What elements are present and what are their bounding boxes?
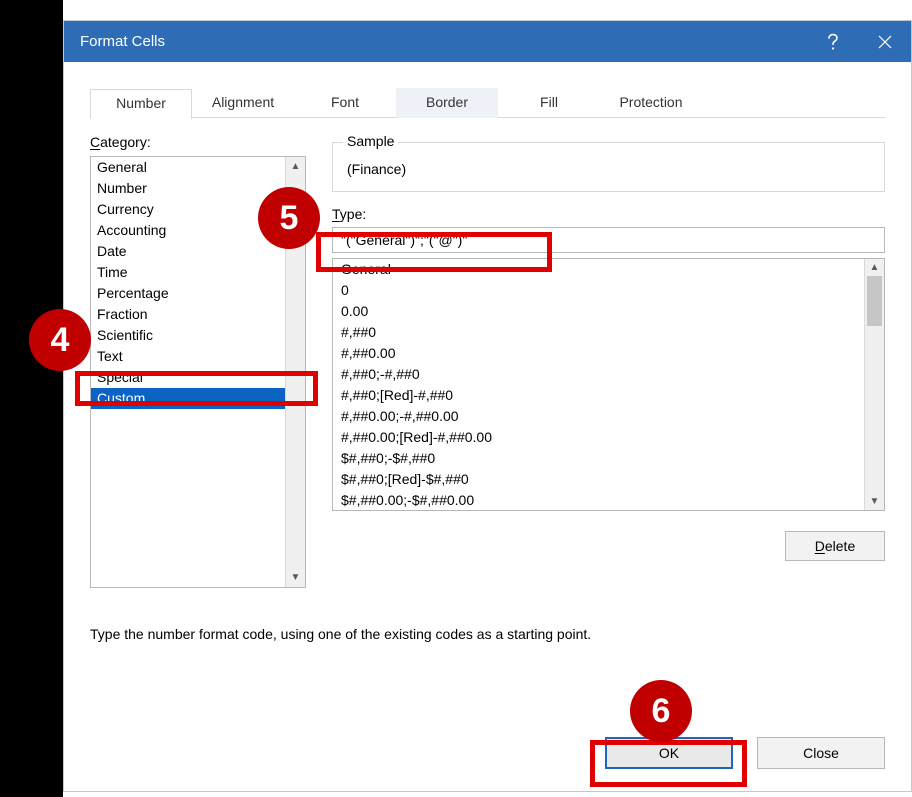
close-window-button[interactable]: [859, 21, 911, 62]
delete-button[interactable]: Delete: [785, 531, 885, 561]
list-item[interactable]: Text: [91, 346, 285, 367]
format-cells-dialog: Format Cells Number Alignment Font Borde…: [63, 20, 912, 792]
category-listbox[interactable]: General Number Currency Accounting Date …: [90, 156, 306, 588]
category-label-text: ategory:: [100, 134, 151, 150]
list-item[interactable]: General: [91, 157, 285, 178]
list-item[interactable]: #,##0;-#,##0: [333, 364, 864, 385]
delete-row: Delete: [332, 531, 885, 561]
list-item[interactable]: General: [333, 259, 864, 280]
category-label: Category:: [90, 134, 306, 150]
codes-scrollbar[interactable]: ▲ ▼: [864, 259, 884, 510]
sample-groupbox: Sample (Finance): [332, 142, 885, 192]
list-item[interactable]: Accounting: [91, 220, 285, 241]
format-codes-listbox[interactable]: General 0 0.00 #,##0 #,##0.00 #,##0;-#,#…: [332, 258, 885, 511]
format-codes-items: General 0 0.00 #,##0 #,##0.00 #,##0;-#,#…: [333, 259, 864, 510]
ok-button[interactable]: OK: [605, 737, 733, 769]
dialog-title: Format Cells: [80, 33, 807, 50]
tab-fill[interactable]: Fill: [498, 88, 600, 118]
tab-alignment[interactable]: Alignment: [192, 88, 294, 118]
list-item[interactable]: #,##0.00: [333, 343, 864, 364]
type-label: Type:: [332, 206, 885, 222]
list-item[interactable]: Number: [91, 178, 285, 199]
titlebar: Format Cells: [64, 21, 911, 62]
scroll-down-icon[interactable]: ▼: [865, 496, 884, 507]
list-item[interactable]: #,##0: [333, 322, 864, 343]
list-item[interactable]: $#,##0;[Red]-$#,##0: [333, 469, 864, 490]
list-item[interactable]: Time: [91, 262, 285, 283]
category-accelerator: C: [90, 134, 100, 150]
dialog-footer: OK Close: [605, 737, 885, 769]
help-icon: [827, 33, 839, 51]
scroll-up-icon[interactable]: ▲: [291, 161, 301, 172]
tab-number[interactable]: Number: [90, 89, 192, 119]
list-item[interactable]: Date: [91, 241, 285, 262]
list-item[interactable]: Special: [91, 367, 285, 388]
close-icon: [878, 35, 892, 49]
dialog-body: Number Alignment Font Border Fill Protec…: [64, 62, 911, 791]
scroll-down-icon[interactable]: ▼: [291, 572, 301, 583]
type-input[interactable]: [332, 227, 885, 253]
list-item[interactable]: Percentage: [91, 283, 285, 304]
type-accelerator: T: [332, 206, 340, 222]
sample-legend: Sample: [343, 133, 398, 149]
scroll-up-icon[interactable]: ▲: [865, 262, 884, 273]
format-detail-panel: Sample (Finance) Type: General 0 0.00 #,…: [332, 134, 885, 588]
left-black-strip: [0, 0, 63, 797]
list-item[interactable]: #,##0;[Red]-#,##0: [333, 385, 864, 406]
stage: Format Cells Number Alignment Font Borde…: [0, 0, 912, 797]
delete-accelerator: D: [815, 538, 825, 554]
type-label-text: ype:: [340, 206, 366, 222]
tab-font[interactable]: Font: [294, 88, 396, 118]
list-item-custom[interactable]: Custom: [91, 388, 285, 409]
delete-label: elete: [825, 538, 855, 554]
list-item[interactable]: #,##0.00;[Red]-#,##0.00: [333, 427, 864, 448]
sample-value: (Finance): [347, 161, 874, 177]
category-panel: Category: General Number Currency Accoun…: [90, 134, 306, 588]
list-item[interactable]: Scientific: [91, 325, 285, 346]
category-scrollbar[interactable]: ▲ ▼: [285, 157, 305, 587]
tab-border[interactable]: Border: [396, 88, 498, 118]
category-items: General Number Currency Accounting Date …: [91, 157, 285, 587]
tab-protection[interactable]: Protection: [600, 88, 702, 118]
scroll-thumb[interactable]: [867, 276, 882, 326]
list-item[interactable]: $#,##0;-$#,##0: [333, 448, 864, 469]
list-item[interactable]: Currency: [91, 199, 285, 220]
list-item[interactable]: Fraction: [91, 304, 285, 325]
tab-strip: Number Alignment Font Border Fill Protec…: [90, 88, 885, 118]
list-item[interactable]: 0: [333, 280, 864, 301]
list-item[interactable]: 0.00: [333, 301, 864, 322]
list-item[interactable]: #,##0.00;-#,##0.00: [333, 406, 864, 427]
help-button[interactable]: [807, 21, 859, 62]
list-item[interactable]: $#,##0.00;-$#,##0.00: [333, 490, 864, 510]
close-button[interactable]: Close: [757, 737, 885, 769]
hint-text: Type the number format code, using one o…: [90, 626, 885, 642]
content-area: Category: General Number Currency Accoun…: [90, 118, 885, 588]
